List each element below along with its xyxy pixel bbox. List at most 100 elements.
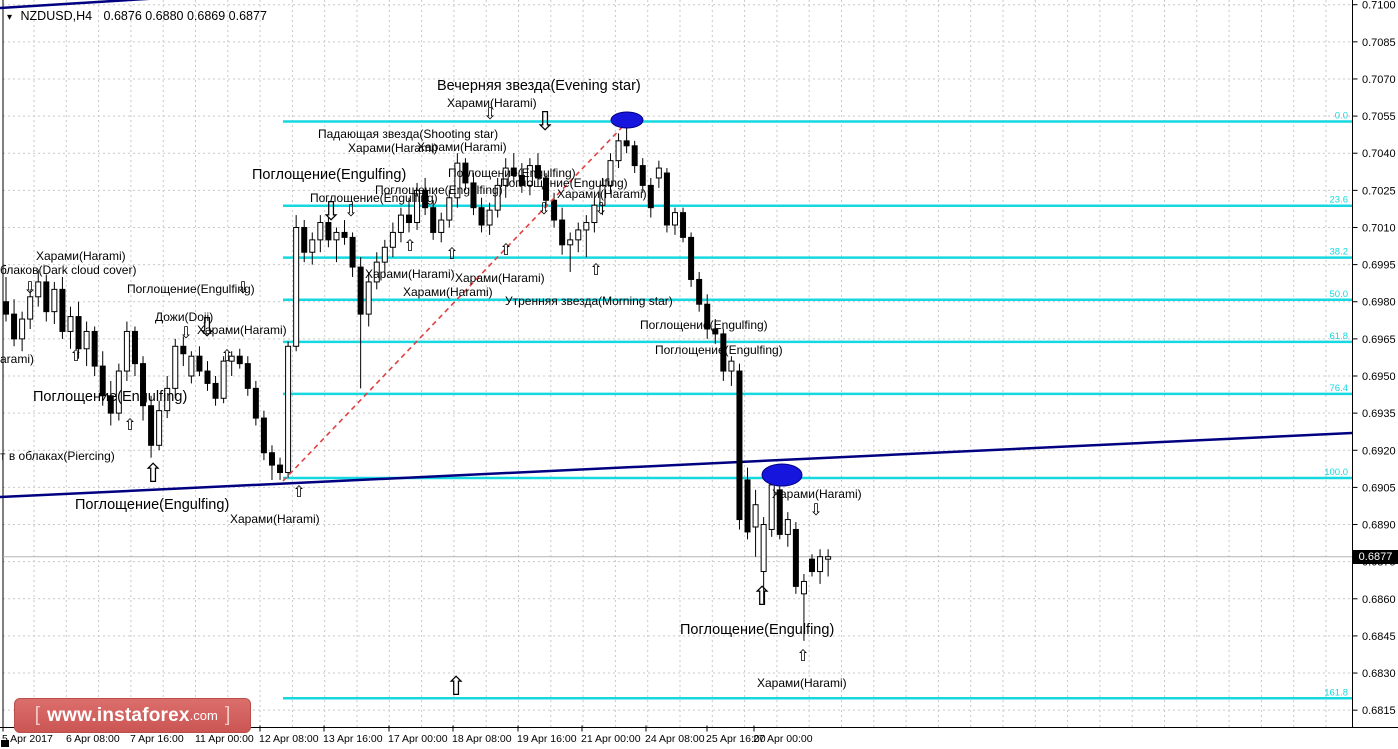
price-axis-label: 0.6905 — [1362, 482, 1396, 494]
price-axis-label: 0.6890 — [1362, 520, 1396, 532]
pattern-label: Падающая звезда(Shooting star) — [318, 127, 498, 141]
price-axis-label: 0.6920 — [1362, 445, 1396, 457]
candle — [792, 522, 799, 594]
pattern-label: arami) — [0, 352, 34, 366]
pattern-arrow-up-icon: ⇧ — [142, 459, 164, 489]
pattern-label: Поглощение(Engulfing) — [680, 622, 834, 638]
pattern-label: Харами(Harami) — [772, 487, 862, 501]
price-axis-label: 0.6830 — [1362, 668, 1396, 680]
time-axis-label: 18 Apr 08:00 — [452, 733, 512, 745]
pattern-arrow-down-icon: ⇩ — [809, 500, 822, 519]
logo-suffix: .com — [189, 708, 218, 723]
scrollbar-indicator[interactable] — [1, 740, 9, 747]
pattern-arrow-up-icon: ⇧ — [123, 415, 136, 434]
pattern-label: т в облаках(Piercing) — [0, 449, 115, 463]
fib-level-label: 38.2 — [1330, 247, 1349, 258]
price-axis-label: 0.6950 — [1362, 371, 1396, 383]
fib-level-label: 0.0 — [1335, 111, 1348, 122]
time-axis-label: 11 Apr 00:00 — [195, 733, 254, 745]
pattern-label: Харами(Harami) — [403, 285, 493, 299]
pattern-label: Харами(Harami) — [36, 249, 126, 263]
logo-bracket-left: [ — [34, 704, 41, 726]
price-axis-label: 0.7100 — [1362, 0, 1396, 12]
pattern-arrow-up-icon: ⇧ — [445, 244, 458, 263]
highlight-ellipse[interactable] — [761, 463, 803, 487]
instaforex-watermark: [ www.instaforex .com ] — [14, 698, 251, 733]
pattern-label: Харами(Harami) — [757, 676, 847, 690]
candle — [293, 215, 300, 352]
time-axis-label: 13 Apr 16:00 — [323, 733, 383, 745]
candlestick-chart[interactable]: 0.023.638.250.061.876.4100.0161.8⇩ ⇩⇩⇩⇩ ⇩⇩… — [0, 0, 1398, 749]
candle — [688, 232, 695, 287]
pattern-label: Харами(Harami) — [365, 267, 455, 281]
price-axis-label: 0.6815 — [1362, 705, 1396, 717]
price-axis-label: 0.6980 — [1362, 297, 1396, 309]
current-price-tag: 0.6877 — [1353, 550, 1398, 564]
price-axis-label: 0.7025 — [1362, 185, 1396, 197]
time-axis-label: 7 Apr 16:00 — [130, 733, 184, 745]
pattern-label: Поглощение(Engulfing) — [310, 191, 438, 205]
pattern-arrow-down-icon: ⇩ — [179, 323, 192, 342]
pattern-arrow-up-icon: ⇧ — [292, 482, 305, 501]
price-axis-label: 0.7040 — [1362, 148, 1396, 160]
time-axis-label: 5 Apr 2017 — [2, 733, 53, 745]
fib-level-label: 61.8 — [1330, 331, 1349, 342]
pattern-arrow-up-icon: ⇧ — [445, 672, 467, 702]
highlight-ellipse[interactable] — [610, 111, 644, 129]
pattern-label: Харами(Harami) — [197, 323, 287, 337]
price-axis-label: 0.6965 — [1362, 334, 1396, 346]
pattern-label: Поглощение(Engulfing) — [252, 167, 406, 183]
pattern-label: Харами(Harami) — [455, 271, 545, 285]
time-axis-label: 27 Apr 00:00 — [753, 733, 813, 745]
price-axis-label: 0.7070 — [1362, 74, 1396, 86]
pattern-arrow-up-icon: ⇧ — [69, 346, 82, 365]
pattern-arrow-down-icon: ⇩ — [23, 278, 36, 297]
pattern-label: Вечерняя звезда(Evening star) — [437, 78, 641, 94]
fib-level-label: 100.0 — [1324, 467, 1348, 478]
candle — [285, 341, 292, 478]
pattern-arrow-down-icon: ⇩ — [594, 199, 607, 218]
pattern-arrow-up-icon: ⇧ — [796, 646, 809, 665]
fib-level-label: 161.8 — [1324, 687, 1348, 698]
price-axis-label: 0.6935 — [1362, 408, 1396, 420]
time-axis-label: 6 Apr 08:00 — [66, 733, 120, 745]
logo-text: www.instaforex — [47, 704, 190, 726]
pattern-arrow-up-icon: ⇧ — [220, 346, 233, 365]
pattern-label: Поглощение(Engulfing) — [655, 343, 783, 357]
time-axis-label: 17 Apr 00:00 — [388, 733, 448, 745]
pattern-label: Харами(Harami) — [447, 96, 537, 110]
chart-title: ▾ NZDUSD,H4 0.6876 0.6880 0.6869 0.6877 — [7, 9, 267, 23]
pattern-arrow-up-icon: ⇧ — [499, 240, 512, 259]
pattern-arrow-up-icon: ⇧ — [403, 236, 416, 255]
time-axis-label: 21 Apr 00:00 — [581, 733, 641, 745]
price-axis-label: 0.7085 — [1362, 37, 1396, 49]
price-axis-label: 0.7055 — [1362, 111, 1396, 123]
time-axis-label: 19 Apr 16:00 — [517, 733, 577, 745]
pattern-label: Поглощение(Engulfing) — [640, 318, 768, 332]
pattern-label: Харами(Harami) — [230, 512, 320, 526]
pattern-label: Поглощение(Engulfing) — [75, 497, 229, 513]
fib-level-label: 76.4 — [1330, 383, 1349, 394]
candle — [260, 410, 267, 461]
pattern-arrow-down-icon: ⇩ — [537, 199, 550, 218]
chart-marker-icon: ▾ — [7, 12, 13, 23]
pattern-label: Харами(Harami) — [417, 140, 507, 154]
pattern-label: блаков(Dark cloud cover) — [0, 263, 136, 277]
pattern-label: Поглощение(Engulfing) — [33, 389, 187, 405]
time-axis-label: 12 Apr 08:00 — [259, 733, 319, 745]
fib-level-label: 50.0 — [1330, 289, 1349, 300]
candle — [663, 168, 670, 233]
price-axis-label: 0.7010 — [1362, 222, 1396, 234]
pattern-label: Утренняя звезда(Morning star) — [505, 294, 673, 308]
pattern-arrow-up-icon: ⇧ — [589, 260, 602, 279]
chart-ohlc-values: 0.6876 0.6880 0.6869 0.6877 — [103, 9, 267, 23]
time-axis-label: 24 Apr 08:00 — [645, 733, 705, 745]
price-axis-label: 0.6995 — [1362, 260, 1396, 272]
candle — [680, 207, 687, 243]
chart-symbol-timeframe: NZDUSD,H4 — [20, 9, 93, 23]
pattern-label: Харами(Harami) — [557, 187, 647, 201]
pattern-arrow-up-icon: ⇧ — [751, 582, 773, 612]
candle — [736, 363, 743, 530]
pattern-label: Поглощение(Engulfing) — [127, 282, 255, 296]
fib-level-label: 23.6 — [1330, 195, 1349, 206]
